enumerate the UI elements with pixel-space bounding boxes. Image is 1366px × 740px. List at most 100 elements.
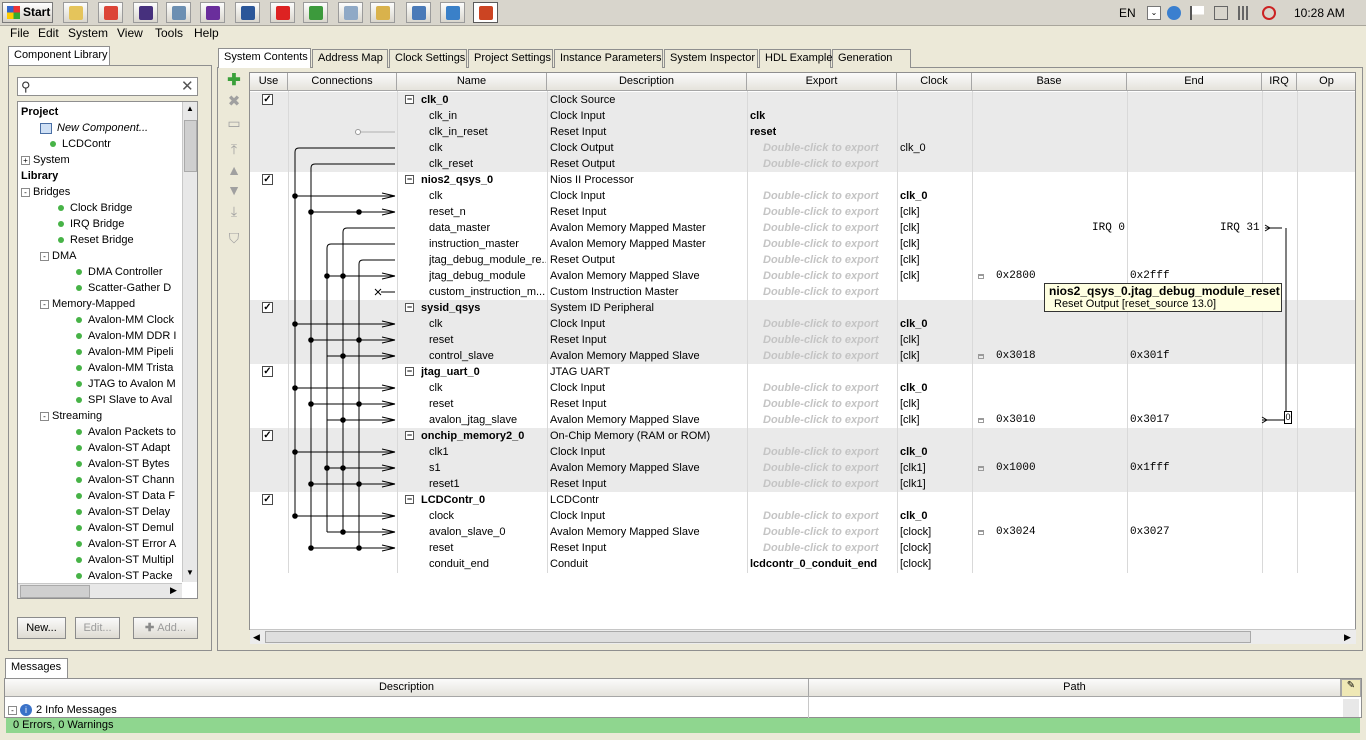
- clock-cell[interactable]: [clock]: [900, 524, 931, 540]
- export-cell[interactable]: Double-click to export: [763, 140, 879, 156]
- interface-name[interactable]: s1: [429, 460, 546, 476]
- collapse-icon[interactable]: −: [405, 431, 414, 440]
- interface-name[interactable]: instruction_master: [429, 236, 546, 252]
- language-indicator[interactable]: EN: [1119, 6, 1136, 20]
- scroll-right-icon[interactable]: ▶: [170, 585, 177, 596]
- component-name[interactable]: onchip_memory2_0: [421, 428, 524, 444]
- export-cell[interactable]: Double-click to export: [763, 508, 879, 524]
- menu-help[interactable]: Help: [194, 26, 219, 40]
- clock-cell[interactable]: [clk1]: [900, 460, 926, 476]
- export-cell[interactable]: Double-click to export: [763, 460, 879, 476]
- network-tray-icon[interactable]: [1167, 6, 1181, 20]
- tree-hscroll-thumb[interactable]: [20, 585, 90, 598]
- menu-edit[interactable]: Edit: [38, 26, 59, 40]
- export-cell[interactable]: Double-click to export: [763, 444, 879, 460]
- interface-name[interactable]: clk: [429, 316, 546, 332]
- export-cell[interactable]: Double-click to export: [763, 476, 879, 492]
- tree-item[interactable]: Avalon-MM Clock: [76, 312, 174, 328]
- clock-cell[interactable]: [clk]: [900, 268, 920, 284]
- taskbar-app-button[interactable]: [166, 2, 191, 23]
- tab-generation[interactable]: Generation: [832, 49, 911, 68]
- interface-name[interactable]: clk: [429, 140, 546, 156]
- connection-dot[interactable]: [340, 353, 346, 359]
- tree-item[interactable]: Avalon-ST Chann: [76, 472, 174, 488]
- export-cell[interactable]: Double-click to export: [763, 396, 879, 412]
- interface-name[interactable]: clk: [429, 380, 546, 396]
- clock-cell[interactable]: clk_0: [900, 188, 928, 204]
- export-cell[interactable]: lcdcontr_0_conduit_end: [750, 556, 877, 572]
- tree-item[interactable]: Scatter-Gather D: [76, 280, 171, 296]
- interface-name[interactable]: clk: [429, 188, 546, 204]
- taskbar-app-button[interactable]: [370, 2, 395, 23]
- interface-name[interactable]: data_master: [429, 220, 546, 236]
- tree-item[interactable]: Project: [21, 104, 58, 120]
- lock-icon[interactable]: [978, 530, 984, 535]
- tree-item[interactable]: - DMA: [40, 248, 76, 264]
- component-name[interactable]: sysid_qsys: [421, 300, 480, 316]
- clock-cell[interactable]: clk_0: [900, 380, 928, 396]
- taskbar-app-button[interactable]: [235, 2, 260, 23]
- tree-horizontal-scrollbar[interactable]: ▶: [18, 583, 182, 598]
- tree-item[interactable]: Avalon-ST Data F: [76, 488, 175, 504]
- tree-item[interactable]: New Component...: [40, 120, 148, 136]
- tab-project-settings[interactable]: Project Settings: [468, 49, 553, 68]
- clock-cell[interactable]: [clock]: [900, 556, 931, 572]
- clock-cell[interactable]: clk_0: [900, 508, 928, 524]
- scroll-right-icon[interactable]: ▶: [1344, 632, 1351, 643]
- interface-name[interactable]: clk_in_reset: [429, 124, 546, 140]
- export-cell[interactable]: Double-click to export: [763, 316, 879, 332]
- open-connection-dot[interactable]: [355, 129, 361, 135]
- lock-icon[interactable]: [978, 274, 984, 279]
- export-cell[interactable]: Double-click to export: [763, 188, 879, 204]
- connection-dot[interactable]: [340, 529, 346, 535]
- tree-vertical-scrollbar[interactable]: ▲ ▼: [182, 102, 197, 582]
- flag-icon[interactable]: [1190, 6, 1204, 20]
- interface-name[interactable]: reset: [429, 540, 546, 556]
- export-cell[interactable]: Double-click to export: [763, 236, 879, 252]
- menu-view[interactable]: View: [117, 26, 143, 40]
- interface-name[interactable]: reset: [429, 396, 546, 412]
- clock-cell[interactable]: [clk]: [900, 252, 920, 268]
- tree-item[interactable]: - Streaming: [40, 408, 102, 424]
- menu-file[interactable]: File: [10, 26, 29, 40]
- interface-name[interactable]: avalon_jtag_slave: [429, 412, 546, 428]
- taskbar-app-button[interactable]: [98, 2, 123, 23]
- connection-dot[interactable]: [308, 337, 314, 343]
- export-cell[interactable]: Double-click to export: [763, 284, 879, 300]
- move-up-icon[interactable]: ▲: [225, 161, 243, 179]
- interface-name[interactable]: reset: [429, 332, 546, 348]
- lock-icon[interactable]: [978, 466, 984, 471]
- connection-dot[interactable]: [356, 337, 362, 343]
- tree-item[interactable]: - Bridges: [21, 184, 70, 200]
- component-name[interactable]: nios2_qsys_0: [421, 172, 493, 188]
- export-cell[interactable]: Double-click to export: [763, 204, 879, 220]
- mute-icon[interactable]: [1262, 6, 1276, 20]
- interface-name[interactable]: clk_in: [429, 108, 546, 124]
- tree-item[interactable]: Avalon-MM DDR I: [76, 328, 176, 344]
- scroll-down-icon[interactable]: ▼: [186, 568, 194, 577]
- remove-component-icon[interactable]: ✖: [225, 93, 243, 111]
- library-search-input[interactable]: ⚲ ✕: [17, 77, 198, 96]
- taskbar-app-button[interactable]: [270, 2, 295, 23]
- use-checkbox[interactable]: ✓: [262, 302, 273, 313]
- collapse-icon[interactable]: −: [405, 303, 414, 312]
- component-name[interactable]: LCDContr_0: [421, 492, 485, 508]
- base-address-cell[interactable]: 0x2800: [996, 268, 1036, 284]
- use-checkbox[interactable]: ✓: [262, 94, 273, 105]
- export-cell[interactable]: Double-click to export: [763, 348, 879, 364]
- tab-system-contents[interactable]: System Contents: [218, 48, 311, 68]
- clock-cell[interactable]: [clk1]: [900, 476, 926, 492]
- export-cell[interactable]: clk: [750, 108, 765, 124]
- clock-cell[interactable]: [clk]: [900, 396, 920, 412]
- taskbar-app-button[interactable]: [473, 2, 498, 23]
- tree-item[interactable]: Avalon-ST Packe: [76, 568, 173, 584]
- signal-icon[interactable]: [1238, 6, 1252, 20]
- taskbar-app-button[interactable]: [200, 2, 225, 23]
- scroll-left-icon[interactable]: ◀: [253, 632, 260, 643]
- tree-item[interactable]: Avalon-ST Delay: [76, 504, 170, 520]
- connection-dot[interactable]: [356, 401, 362, 407]
- move-bottom-icon[interactable]: ⤓: [225, 202, 243, 220]
- collapse-icon[interactable]: -: [21, 187, 30, 197]
- taskbar-app-button[interactable]: [63, 2, 88, 23]
- base-address-cell[interactable]: 0x3010: [996, 412, 1036, 428]
